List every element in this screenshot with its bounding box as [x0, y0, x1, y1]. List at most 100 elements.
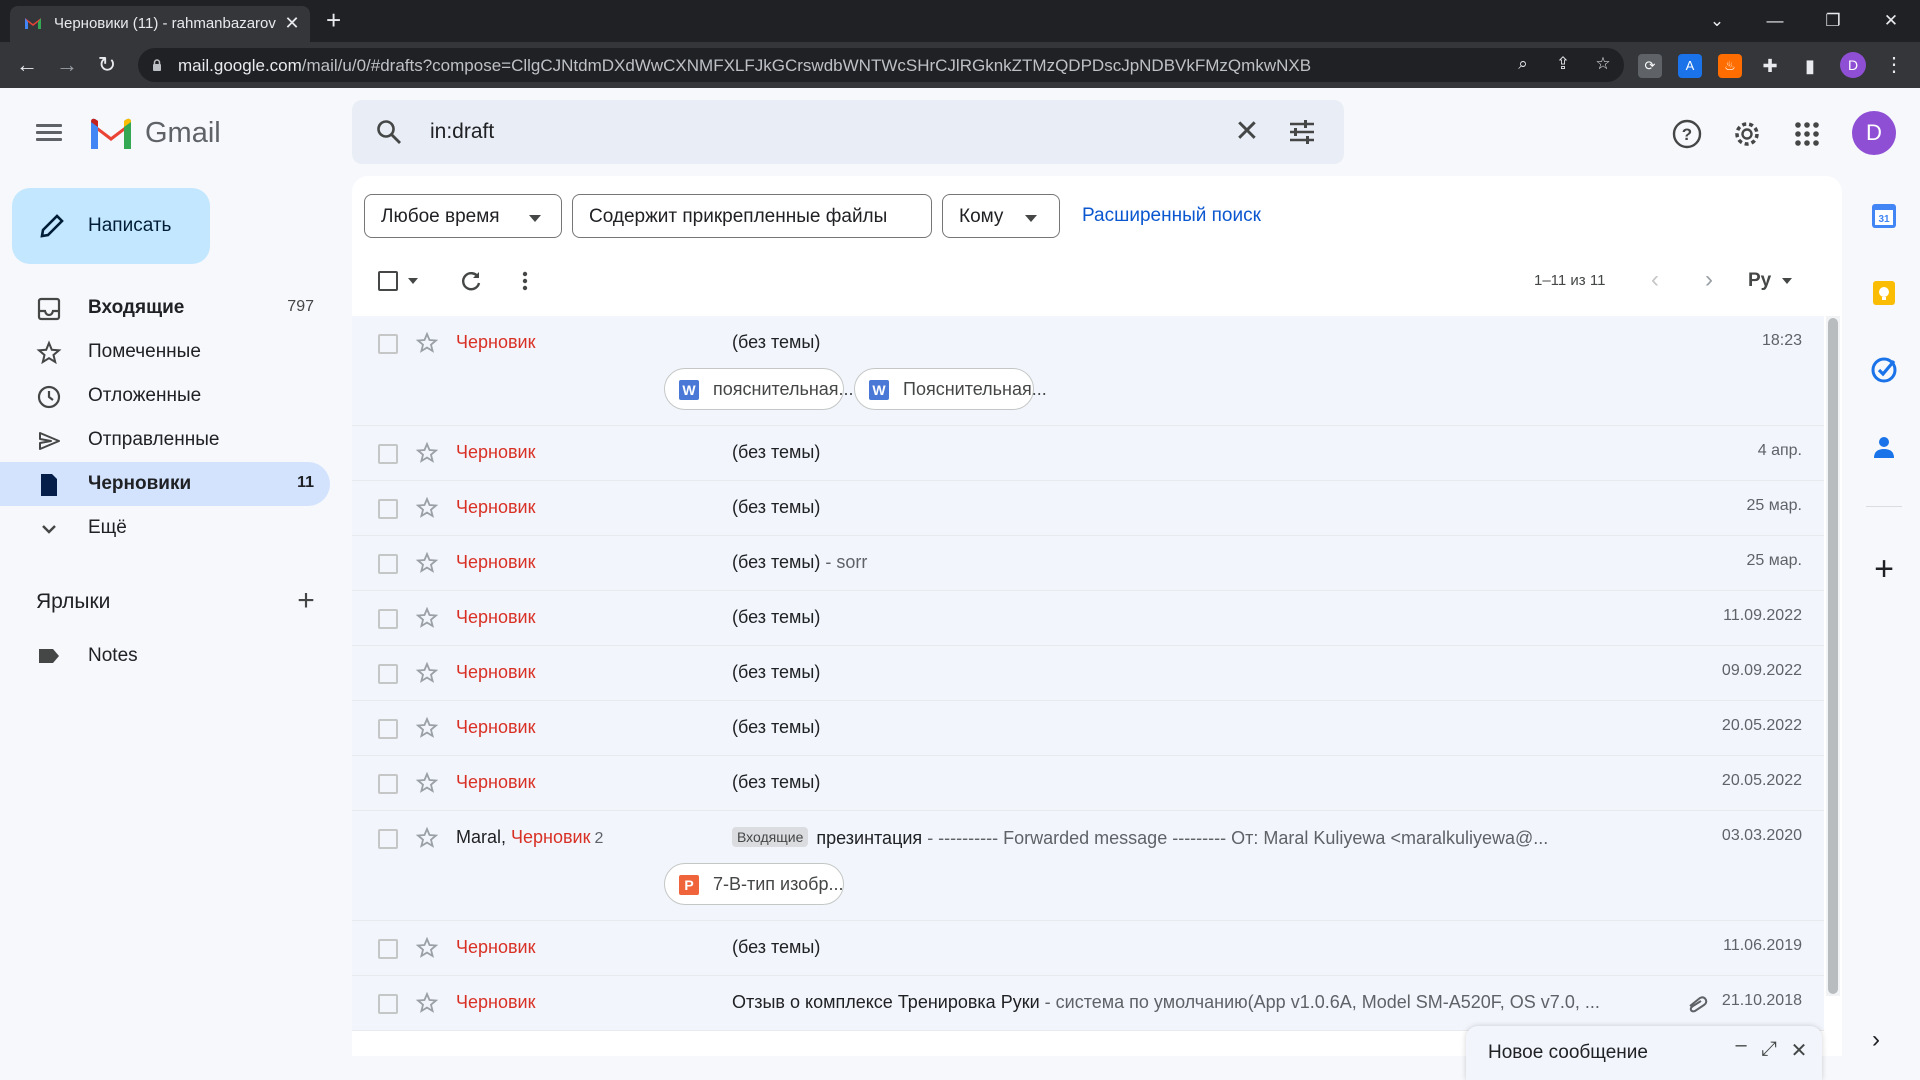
row-checkbox[interactable]	[378, 994, 398, 1014]
star-icon[interactable]	[416, 662, 438, 684]
star-icon[interactable]	[416, 992, 438, 1014]
prev-page-icon[interactable]: ‹	[1642, 266, 1668, 294]
email-row[interactable]: Черновик (без темы) 20.05.2022	[352, 701, 1824, 756]
sidebar-item-drafts[interactable]: Черновики 11	[0, 462, 330, 506]
add-addon-icon[interactable]: +	[1868, 550, 1900, 589]
row-checkbox[interactable]	[378, 334, 398, 354]
email-row[interactable]: Черновик (без темы) - sorr 25 мар.	[352, 536, 1824, 591]
star-icon[interactable]	[416, 772, 438, 794]
refresh-icon[interactable]	[458, 268, 484, 294]
extension-refresh-icon[interactable]: ⟳	[1638, 54, 1662, 78]
email-row[interactable]: Черновик (без темы) 11.09.2022	[352, 591, 1824, 646]
address-bar[interactable]: mail.google.com/mail/u/0/#drafts?compose…	[138, 48, 1624, 82]
email-row[interactable]: Maral, Черновик 2 Входящие презинтация - --…	[352, 811, 1824, 921]
browser-menu-icon[interactable]: ⋮	[1884, 52, 1904, 77]
search-input[interactable]: in:draft	[430, 120, 494, 144]
sidebar-item-more[interactable]: Ещё	[0, 506, 330, 550]
email-row[interactable]: Черновик (без темы) 11.06.2019	[352, 921, 1824, 976]
close-tab-icon[interactable]: ✕	[282, 13, 302, 34]
sidebar-item-sent[interactable]: Отправленные	[0, 418, 330, 462]
contacts-icon[interactable]	[1870, 433, 1898, 461]
star-icon[interactable]	[416, 497, 438, 519]
filter-chip-has-attachment[interactable]: Содержит прикрепленные файлы	[572, 194, 932, 238]
calendar-icon[interactable]: 31	[1870, 202, 1898, 230]
tasks-icon[interactable]	[1870, 356, 1898, 384]
email-row[interactable]: Черновик Отзыв о комплексе Тренировка Рук…	[352, 976, 1824, 1031]
email-row[interactable]: Черновик (без темы) 09.09.2022	[352, 646, 1824, 701]
row-checkbox[interactable]	[378, 939, 398, 959]
browser-profile-avatar[interactable]: D	[1840, 52, 1866, 78]
row-checkbox[interactable]	[378, 609, 398, 629]
extension-flame-icon[interactable]: ♨	[1718, 54, 1742, 78]
email-row[interactable]: Черновик (без темы) 18:23 Wпояснительная...…	[352, 316, 1824, 426]
advanced-search-link[interactable]: Расширенный поиск	[1082, 205, 1261, 227]
star-icon[interactable]	[416, 442, 438, 464]
bookmark-star-icon[interactable]: ☆	[1592, 54, 1614, 76]
compose-window-minimized[interactable]: Новое сообщение – ⤢ ✕	[1466, 1026, 1822, 1080]
restore-window-button[interactable]: ❐	[1804, 0, 1862, 42]
main-menu-icon[interactable]	[34, 120, 64, 150]
row-checkbox[interactable]	[378, 444, 398, 464]
side-panel-icon[interactable]: ▮	[1798, 54, 1822, 78]
sidebar-item-snoozed[interactable]: Отложенные	[0, 374, 330, 418]
filter-chip-to[interactable]: Кому	[942, 194, 1060, 238]
star-icon[interactable]	[416, 552, 438, 574]
add-label-icon[interactable]: +	[292, 584, 320, 618]
zoom-icon[interactable]: ⌕	[1512, 54, 1534, 76]
minimize-window-button[interactable]: —	[1746, 0, 1804, 42]
inbox-label-tag[interactable]: Входящие	[732, 827, 809, 847]
fullscreen-compose-icon[interactable]: ⤢	[1758, 1038, 1780, 1061]
star-icon[interactable]	[416, 607, 438, 629]
close-window-button[interactable]: ✕	[1862, 0, 1920, 42]
row-checkbox[interactable]	[378, 719, 398, 739]
attachment-chip[interactable]: Wпояснительная...	[664, 368, 854, 410]
attachment-chip[interactable]: P 7-B-тип изобр...	[664, 863, 844, 905]
star-icon[interactable]	[416, 332, 438, 354]
scrollbar[interactable]	[1826, 316, 1840, 996]
apps-grid-icon[interactable]	[1790, 117, 1824, 151]
search-options-icon[interactable]	[1288, 120, 1316, 144]
row-checkbox[interactable]	[378, 774, 398, 794]
reload-icon[interactable]: ↻	[92, 50, 122, 80]
search-bar[interactable]: in:draft ✕	[352, 100, 1344, 164]
account-avatar[interactable]: D	[1852, 111, 1896, 155]
extension-translate-icon[interactable]: A	[1678, 54, 1702, 78]
star-icon[interactable]	[416, 827, 438, 849]
input-tools-caret-icon[interactable]	[1782, 278, 1792, 284]
expand-side-panel-icon[interactable]: ›	[1872, 1026, 1880, 1054]
forward-arrow-icon[interactable]: →	[52, 50, 82, 80]
back-arrow-icon[interactable]: ←	[12, 50, 42, 80]
tab-search-chevron-icon[interactable]: ⌄	[1688, 0, 1746, 42]
browser-tab[interactable]: Черновики (11) - rahmanbazarov ✕	[10, 6, 310, 42]
clear-search-icon[interactable]: ✕	[1230, 114, 1264, 149]
input-tools-toggle[interactable]: Ру	[1748, 270, 1771, 292]
star-icon[interactable]	[416, 717, 438, 739]
compose-button[interactable]: Написать	[12, 188, 210, 264]
new-tab-button[interactable]: +	[326, 5, 341, 36]
row-checkbox[interactable]	[378, 499, 398, 519]
select-menu-caret-icon[interactable]	[408, 278, 418, 284]
help-icon[interactable]: ?	[1670, 117, 1704, 151]
row-checkbox[interactable]	[378, 554, 398, 574]
attachment-chip[interactable]: W Пояснительная...	[854, 368, 1047, 410]
select-all-checkbox[interactable]	[378, 271, 398, 291]
sidebar-item-starred[interactable]: Помеченные	[0, 330, 330, 374]
search-icon[interactable]	[376, 119, 402, 145]
next-page-icon[interactable]: ›	[1696, 266, 1722, 294]
minimize-compose-icon[interactable]: –	[1730, 1034, 1752, 1057]
email-row[interactable]: Черновик (без темы) 25 мар.	[352, 481, 1824, 536]
sidebar-item-inbox[interactable]: Входящие 797	[0, 286, 330, 330]
row-checkbox[interactable]	[378, 829, 398, 849]
row-checkbox[interactable]	[378, 664, 398, 684]
share-icon[interactable]: ⇪	[1552, 54, 1574, 76]
email-row[interactable]: Черновик (без темы) 4 апр.	[352, 426, 1824, 481]
scrollbar-thumb[interactable]	[1828, 318, 1838, 994]
keep-notes-icon[interactable]	[1870, 279, 1898, 307]
filter-chip-time[interactable]: Любое время	[364, 194, 562, 238]
star-icon[interactable]	[416, 937, 438, 959]
close-compose-icon[interactable]: ✕	[1788, 1038, 1810, 1063]
label-item-notes[interactable]: Notes	[0, 634, 330, 678]
settings-gear-icon[interactable]	[1730, 117, 1764, 151]
more-vert-icon[interactable]	[512, 268, 538, 294]
extensions-puzzle-icon[interactable]: ✚	[1758, 54, 1782, 78]
